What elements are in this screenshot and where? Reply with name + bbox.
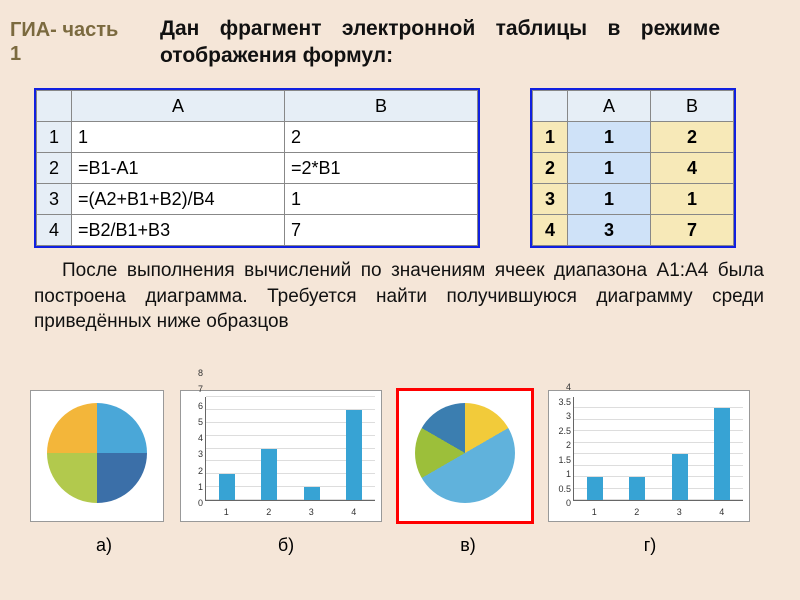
cell: 1 xyxy=(285,184,478,215)
cell: 7 xyxy=(651,215,734,246)
row-head: 1 xyxy=(37,122,72,153)
cell: 1 xyxy=(568,184,651,215)
formula-table: A B 1 1 2 2 =B1-A1 =2*B1 3 =(A2+B1+B2)/B… xyxy=(34,88,480,248)
label-a: а) xyxy=(30,535,178,556)
row-head: 3 xyxy=(37,184,72,215)
col-header-a: A xyxy=(72,91,285,122)
question-text: После выполнения вычислений по значениям… xyxy=(34,258,764,335)
cell: =B2/B1+B3 xyxy=(72,215,285,246)
cell: 1 xyxy=(568,122,651,153)
cell: 1 xyxy=(72,122,285,153)
cell: 1 xyxy=(651,184,734,215)
chart-option-a[interactable] xyxy=(30,390,164,522)
row-head: 4 xyxy=(37,215,72,246)
cell: =2*B1 xyxy=(285,153,478,184)
pie-chart-icon xyxy=(415,403,515,503)
label-b: б) xyxy=(178,535,394,556)
row-head: 4 xyxy=(533,215,568,246)
col-header-b: B xyxy=(651,91,734,122)
option-labels: а) б) в) г) xyxy=(30,535,758,556)
cell: 4 xyxy=(651,153,734,184)
col-header-a: A xyxy=(568,91,651,122)
row-head: 2 xyxy=(533,153,568,184)
cell: 1 xyxy=(568,153,651,184)
corner-cell xyxy=(37,91,72,122)
col-header-b: B xyxy=(285,91,478,122)
label-d: г) xyxy=(542,535,758,556)
cell: 2 xyxy=(651,122,734,153)
section-label: ГИА- часть 1 xyxy=(10,18,120,66)
cell: 2 xyxy=(285,122,478,153)
label-c: в) xyxy=(394,535,542,556)
value-table: A B 1 1 2 2 1 4 3 1 1 4 3 7 xyxy=(530,88,736,248)
bar-chart xyxy=(205,397,375,501)
bar-chart xyxy=(573,397,743,501)
cell: 3 xyxy=(568,215,651,246)
chart-option-c[interactable] xyxy=(398,390,532,522)
row-head: 3 xyxy=(533,184,568,215)
row-head: 2 xyxy=(37,153,72,184)
cell: =(A2+B1+B2)/B4 xyxy=(72,184,285,215)
chart-option-b[interactable]: 0123456781234 xyxy=(180,390,382,522)
corner-cell xyxy=(533,91,568,122)
page-title: Дан фрагмент электронной таблицы в режим… xyxy=(160,15,720,70)
chart-options: 0123456781234 00.511.522.533.541234 xyxy=(30,390,750,522)
pie-chart-icon xyxy=(47,403,147,503)
cell: 7 xyxy=(285,215,478,246)
chart-option-d[interactable]: 00.511.522.533.541234 xyxy=(548,390,750,522)
cell: =B1-A1 xyxy=(72,153,285,184)
row-head: 1 xyxy=(533,122,568,153)
